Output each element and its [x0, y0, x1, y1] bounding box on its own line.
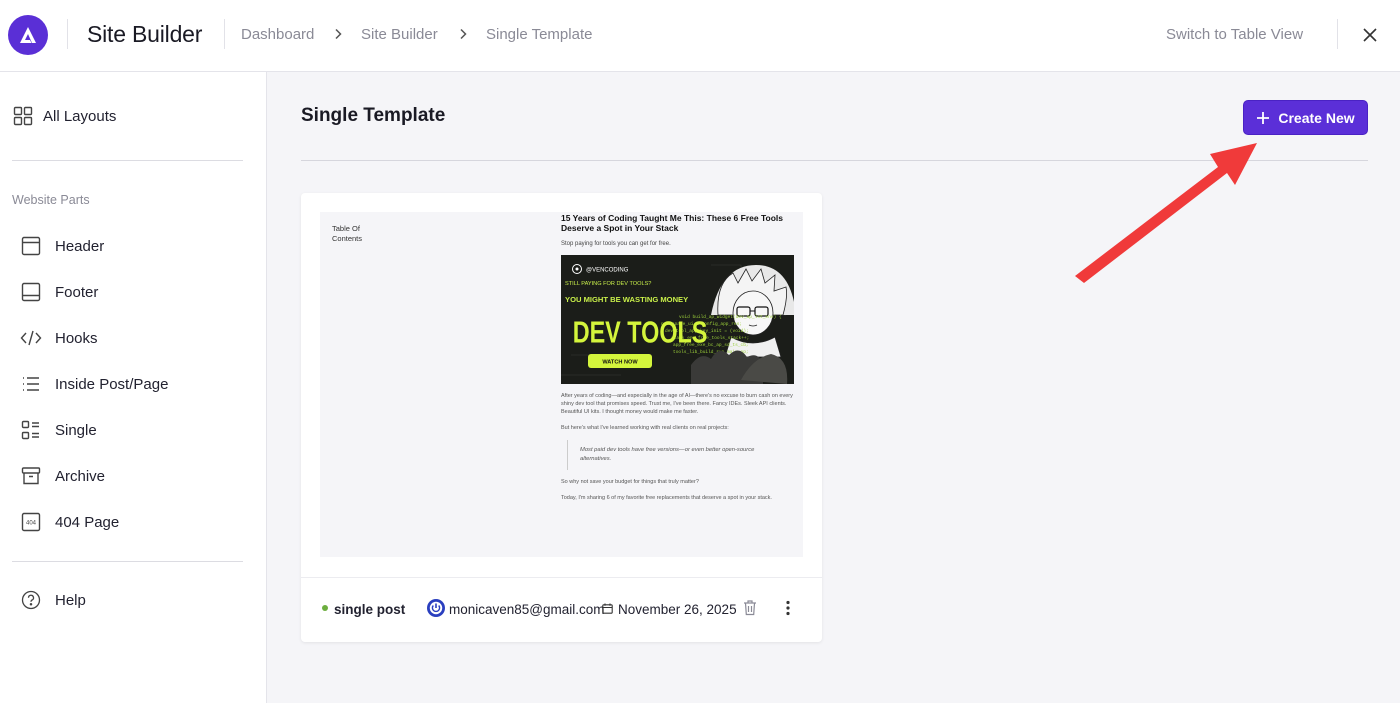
sidebar-item-label: Help: [55, 591, 86, 609]
plus-icon: [1257, 111, 1270, 124]
create-new-label: Create New: [1278, 109, 1355, 126]
sidebar-item-inside-post-page[interactable]: Inside Post/Page: [0, 364, 266, 404]
template-author: monicaven85@gmail.com: [449, 602, 605, 617]
banner-line1: STILL PAYING FOR DEV TOOLS?: [565, 281, 651, 287]
sidebar-item-label: Header: [55, 237, 105, 255]
article-paragraph: After years of coding—and especially in …: [561, 393, 793, 415]
template-date: November 26, 2025: [618, 602, 737, 617]
divider: [301, 577, 822, 578]
single-layout-icon: [20, 419, 42, 441]
article-title: 15 Years of Coding Taught Me This: These…: [561, 213, 783, 233]
divider: [301, 160, 1368, 161]
status-dot-icon: [322, 605, 328, 611]
sidebar-item-404-page[interactable]: 404 404 Page: [0, 502, 266, 542]
sidebar: All Layouts Website Parts Header Footer …: [0, 72, 267, 703]
article-quote: Most paid dev tools have free versions—o…: [567, 440, 785, 470]
svg-text:404: 404: [26, 521, 37, 527]
banner-headline: DEV TOOLS: [573, 314, 708, 349]
divider: [12, 160, 243, 161]
sidebar-item-help[interactable]: Help: [0, 580, 266, 620]
help-circle-icon: [20, 589, 42, 611]
sidebar-item-label: Inside Post/Page: [55, 375, 169, 393]
close-icon[interactable]: [1356, 21, 1384, 49]
banner-handle: @VENCODING: [586, 268, 629, 274]
breadcrumb-dashboard[interactable]: Dashboard: [241, 26, 314, 43]
template-status: single post: [334, 602, 406, 617]
app-logo-icon[interactable]: [8, 15, 48, 55]
author-avatar-icon: [426, 598, 446, 618]
sidebar-item-archive[interactable]: Archive: [0, 456, 266, 496]
banner-line2: YOU MIGHT BE WASTING MONEY: [565, 295, 688, 304]
app-title: Site Builder: [87, 21, 203, 47]
sidebar-item-hooks[interactable]: Hooks: [0, 318, 266, 358]
divider: [67, 19, 68, 49]
article-paragraph: So why not save your budget for things t…: [561, 479, 699, 485]
chevron-right-icon: [333, 28, 343, 40]
404-icon: 404: [20, 511, 42, 533]
template-card[interactable]: Table Of Contents 15 Years of Coding Tau…: [301, 193, 822, 642]
create-new-button[interactable]: Create New: [1243, 100, 1368, 135]
page-title: Single Template: [301, 105, 446, 126]
sidebar-item-label: Hooks: [55, 329, 98, 347]
sidebar-item-label: All Layouts: [43, 107, 117, 125]
divider: [1337, 19, 1338, 49]
divider: [12, 561, 243, 562]
article-paragraph: But here's what I've learned working wit…: [561, 425, 729, 431]
footer-layout-icon: [20, 281, 42, 303]
article-preview: 15 Years of Coding Taught Me This: These…: [561, 212, 797, 502]
sidebar-item-label: 404 Page: [55, 513, 120, 531]
section-label: Website Parts: [12, 193, 90, 207]
sidebar-item-label: Single: [55, 421, 97, 439]
code-icon: [20, 327, 42, 349]
trash-icon[interactable]: [742, 599, 758, 616]
sidebar-item-header[interactable]: Header: [0, 226, 266, 266]
calendar-icon: [602, 603, 613, 614]
sidebar-item-label: Archive: [55, 467, 106, 485]
more-options-icon[interactable]: [782, 600, 794, 616]
article-paragraph: Today, I'm sharing 6 of my favorite free…: [561, 495, 772, 501]
template-preview[interactable]: Table Of Contents 15 Years of Coding Tau…: [320, 212, 803, 557]
article-subtitle: Stop paying for tools you can get for fr…: [561, 241, 671, 247]
toc-label: Table Of Contents: [332, 224, 363, 243]
banner-cta: WATCH NOW: [602, 360, 638, 366]
list-icon: [20, 373, 42, 395]
switch-to-table-view-link[interactable]: Switch to Table View: [1166, 26, 1303, 43]
sidebar-item-all-layouts[interactable]: All Layouts: [0, 96, 266, 136]
article-banner-image: void build_ap_widget(dev_ap_lst_env) { n…: [561, 255, 794, 384]
divider: [224, 19, 225, 49]
sidebar-item-label: Footer: [55, 283, 99, 301]
breadcrumb-site-builder[interactable]: Site Builder: [361, 26, 438, 43]
chevron-right-icon: [458, 28, 468, 40]
grid-icon: [12, 105, 34, 127]
breadcrumb-current: Single Template: [486, 26, 593, 43]
archive-icon: [20, 465, 42, 487]
sidebar-item-single[interactable]: Single: [0, 410, 266, 450]
sidebar-item-footer[interactable]: Footer: [0, 272, 266, 312]
header-layout-icon: [20, 235, 42, 257]
top-bar: Site Builder Dashboard Site Builder Sing…: [0, 0, 1400, 72]
